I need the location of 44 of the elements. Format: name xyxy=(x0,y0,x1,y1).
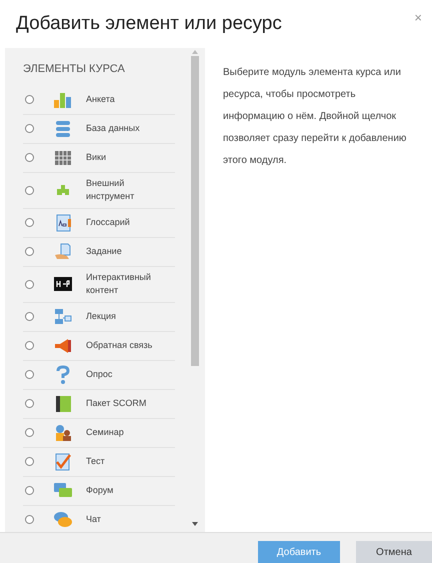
module-label[interactable]: Семинар xyxy=(86,426,166,439)
checklist-icon xyxy=(53,452,73,472)
people-icon xyxy=(53,422,73,442)
radio-button[interactable] xyxy=(25,153,34,162)
module-label[interactable]: Интерактивный контент xyxy=(86,271,166,297)
radio-button[interactable] xyxy=(25,515,34,524)
module-label[interactable]: Чат xyxy=(86,513,166,526)
radio-button[interactable] xyxy=(25,218,34,227)
module-label[interactable]: Тест xyxy=(86,455,166,468)
module-label[interactable]: Задание xyxy=(86,245,166,258)
cancel-button[interactable]: Отмена xyxy=(356,541,432,563)
module-label[interactable]: Глоссарий xyxy=(86,216,166,229)
section-heading: ЭЛЕМЕНТЫ КУРСА xyxy=(23,62,126,77)
module-label[interactable]: Опрос xyxy=(86,368,166,381)
scrollbar-thumb[interactable] xyxy=(191,56,199,366)
module-label[interactable]: Лекция xyxy=(86,310,166,323)
database-icon xyxy=(53,118,73,138)
hand-document-icon xyxy=(53,242,73,262)
module-label[interactable]: Форум xyxy=(86,484,166,497)
notebook-icon xyxy=(53,394,73,414)
chat-bubbles-icon xyxy=(53,510,73,530)
module-label[interactable]: Пакет SCORM xyxy=(86,397,166,410)
module-label[interactable]: Обратная связь xyxy=(86,339,166,352)
radio-button[interactable] xyxy=(25,312,34,321)
radio-button[interactable] xyxy=(25,95,34,104)
radio-button[interactable] xyxy=(25,428,34,437)
module-label[interactable]: Анкета xyxy=(86,93,166,106)
radio-button[interactable] xyxy=(25,457,34,466)
radio-button[interactable] xyxy=(25,370,34,379)
radio-button[interactable] xyxy=(25,341,34,350)
radio-button[interactable] xyxy=(25,247,34,256)
dialog-title: Добавить элемент или ресурс xyxy=(16,12,282,36)
flowchart-icon xyxy=(53,306,73,326)
hp-logo-icon xyxy=(53,274,73,294)
module-label[interactable]: Внешний инструмент xyxy=(86,177,166,203)
radio-button[interactable] xyxy=(25,486,34,495)
radio-button[interactable] xyxy=(25,124,34,133)
radio-button[interactable] xyxy=(25,399,34,408)
scroll-down-icon[interactable] xyxy=(192,522,198,526)
module-label[interactable]: База данных xyxy=(86,122,166,135)
radio-button[interactable] xyxy=(25,280,34,288)
module-label[interactable]: Вики xyxy=(86,151,166,164)
help-text: Выберите модуль элемента курса или ресурса, чтобы просмотреть информацию о нём. Двойной щелчок позволяет сразу перейти к добавлению этого модуля. xyxy=(223,66,408,168)
radio-button[interactable] xyxy=(25,186,34,194)
